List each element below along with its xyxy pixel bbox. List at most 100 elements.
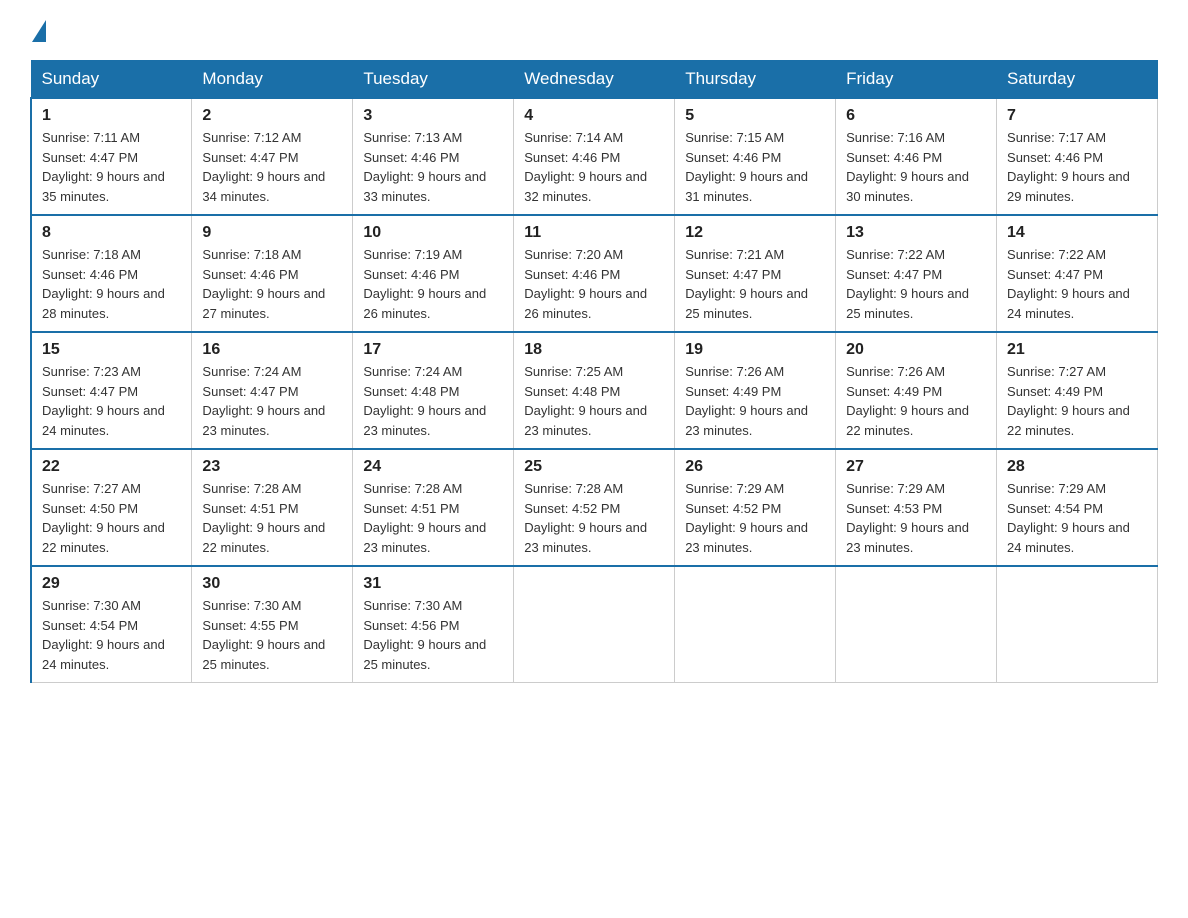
calendar-cell: 28 Sunrise: 7:29 AMSunset: 4:54 PMDayligh… [997,449,1158,566]
calendar-cell: 24Sunrise: 7:28 AMSunset: 4:51 PMDayligh… [353,449,514,566]
calendar-cell: 14 Sunrise: 7:22 AMSunset: 4:47 PMDayligh… [997,215,1158,332]
day-number: 27 [846,458,986,476]
day-info: Sunrise: 7:21 AMSunset: 4:47 PMDaylight:… [685,245,825,323]
day-number: 20 [846,341,986,359]
calendar-cell: 16Sunrise: 7:24 AMSunset: 4:47 PMDayligh… [192,332,353,449]
day-number: 19 [685,341,825,359]
day-number: 26 [685,458,825,476]
day-info: Sunrise: 7:25 AMSunset: 4:48 PMDaylight:… [524,362,664,440]
day-info: Sunrise: 7:28 AMSunset: 4:52 PMDaylight:… [524,479,664,557]
day-number: 28 [1007,458,1147,476]
day-info: Sunrise: 7:30 AMSunset: 4:54 PMDaylight:… [42,596,181,674]
calendar-week-row: 8 Sunrise: 7:18 AMSunset: 4:46 PMDaylight… [31,215,1158,332]
day-info: Sunrise: 7:14 AMSunset: 4:46 PMDaylight:… [524,128,664,206]
day-number: 2 [202,107,342,125]
day-info: Sunrise: 7:23 AMSunset: 4:47 PMDaylight:… [42,362,181,440]
day-number: 3 [363,107,503,125]
weekday-header-friday: Friday [836,61,997,99]
day-number: 14 [1007,224,1147,242]
weekday-header-row: SundayMondayTuesdayWednesdayThursdayFrid… [31,61,1158,99]
calendar-cell: 26 Sunrise: 7:29 AMSunset: 4:52 PMDayligh… [675,449,836,566]
calendar-cell: 6Sunrise: 7:16 AMSunset: 4:46 PMDaylight… [836,98,997,215]
day-number: 4 [524,107,664,125]
calendar-week-row: 1Sunrise: 7:11 AMSunset: 4:47 PMDaylight… [31,98,1158,215]
day-number: 15 [42,341,181,359]
day-number: 23 [202,458,342,476]
day-number: 22 [42,458,181,476]
day-number: 25 [524,458,664,476]
weekday-header-tuesday: Tuesday [353,61,514,99]
day-number: 12 [685,224,825,242]
day-info: Sunrise: 7:12 AMSunset: 4:47 PMDaylight:… [202,128,342,206]
day-info: Sunrise: 7:28 AMSunset: 4:51 PMDaylight:… [202,479,342,557]
calendar-cell: 17Sunrise: 7:24 AMSunset: 4:48 PMDayligh… [353,332,514,449]
calendar-cell: 20 Sunrise: 7:26 AMSunset: 4:49 PMDayligh… [836,332,997,449]
day-number: 11 [524,224,664,242]
calendar-cell: 3 Sunrise: 7:13 AMSunset: 4:46 PMDaylight… [353,98,514,215]
calendar-cell: 13 Sunrise: 7:22 AMSunset: 4:47 PMDayligh… [836,215,997,332]
day-info: Sunrise: 7:13 AMSunset: 4:46 PMDaylight:… [363,128,503,206]
day-number: 8 [42,224,181,242]
weekday-header-wednesday: Wednesday [514,61,675,99]
calendar-cell: 2 Sunrise: 7:12 AMSunset: 4:47 PMDaylight… [192,98,353,215]
day-info: Sunrise: 7:27 AMSunset: 4:49 PMDaylight:… [1007,362,1147,440]
calendar-cell: 19 Sunrise: 7:26 AMSunset: 4:49 PMDayligh… [675,332,836,449]
weekday-header-monday: Monday [192,61,353,99]
calendar-cell [514,566,675,683]
calendar-table: SundayMondayTuesdayWednesdayThursdayFrid… [30,60,1158,683]
calendar-cell [836,566,997,683]
calendar-cell: 23 Sunrise: 7:28 AMSunset: 4:51 PMDayligh… [192,449,353,566]
calendar-cell: 8 Sunrise: 7:18 AMSunset: 4:46 PMDaylight… [31,215,192,332]
calendar-cell: 1Sunrise: 7:11 AMSunset: 4:47 PMDaylight… [31,98,192,215]
day-number: 9 [202,224,342,242]
day-number: 24 [363,458,503,476]
day-number: 1 [42,107,181,125]
calendar-cell: 30Sunrise: 7:30 AMSunset: 4:55 PMDayligh… [192,566,353,683]
logo-text [30,20,48,42]
weekday-header-thursday: Thursday [675,61,836,99]
calendar-cell: 4 Sunrise: 7:14 AMSunset: 4:46 PMDaylight… [514,98,675,215]
calendar-cell: 5 Sunrise: 7:15 AMSunset: 4:46 PMDaylight… [675,98,836,215]
day-info: Sunrise: 7:16 AMSunset: 4:46 PMDaylight:… [846,128,986,206]
day-info: Sunrise: 7:26 AMSunset: 4:49 PMDaylight:… [846,362,986,440]
day-info: Sunrise: 7:20 AMSunset: 4:46 PMDaylight:… [524,245,664,323]
day-number: 16 [202,341,342,359]
day-number: 30 [202,575,342,593]
calendar-week-row: 22 Sunrise: 7:27 AMSunset: 4:50 PMDayligh… [31,449,1158,566]
logo-triangle-icon [32,20,46,42]
calendar-cell: 22 Sunrise: 7:27 AMSunset: 4:50 PMDayligh… [31,449,192,566]
calendar-cell: 31Sunrise: 7:30 AMSunset: 4:56 PMDayligh… [353,566,514,683]
day-info: Sunrise: 7:15 AMSunset: 4:46 PMDaylight:… [685,128,825,206]
calendar-cell: 29 Sunrise: 7:30 AMSunset: 4:54 PMDayligh… [31,566,192,683]
calendar-cell: 12 Sunrise: 7:21 AMSunset: 4:47 PMDayligh… [675,215,836,332]
day-info: Sunrise: 7:26 AMSunset: 4:49 PMDaylight:… [685,362,825,440]
calendar-cell: 25 Sunrise: 7:28 AMSunset: 4:52 PMDayligh… [514,449,675,566]
logo [30,20,48,42]
calendar-cell: 18 Sunrise: 7:25 AMSunset: 4:48 PMDayligh… [514,332,675,449]
day-info: Sunrise: 7:29 AMSunset: 4:54 PMDaylight:… [1007,479,1147,557]
day-info: Sunrise: 7:22 AMSunset: 4:47 PMDaylight:… [846,245,986,323]
calendar-cell: 27Sunrise: 7:29 AMSunset: 4:53 PMDayligh… [836,449,997,566]
day-number: 18 [524,341,664,359]
day-info: Sunrise: 7:22 AMSunset: 4:47 PMDaylight:… [1007,245,1147,323]
calendar-cell: 11 Sunrise: 7:20 AMSunset: 4:46 PMDayligh… [514,215,675,332]
day-info: Sunrise: 7:19 AMSunset: 4:46 PMDaylight:… [363,245,503,323]
day-info: Sunrise: 7:29 AMSunset: 4:52 PMDaylight:… [685,479,825,557]
calendar-week-row: 15 Sunrise: 7:23 AMSunset: 4:47 PMDayligh… [31,332,1158,449]
calendar-cell: 10Sunrise: 7:19 AMSunset: 4:46 PMDayligh… [353,215,514,332]
day-number: 29 [42,575,181,593]
calendar-cell: 21Sunrise: 7:27 AMSunset: 4:49 PMDayligh… [997,332,1158,449]
day-number: 13 [846,224,986,242]
day-info: Sunrise: 7:27 AMSunset: 4:50 PMDaylight:… [42,479,181,557]
day-info: Sunrise: 7:18 AMSunset: 4:46 PMDaylight:… [202,245,342,323]
day-number: 7 [1007,107,1147,125]
day-info: Sunrise: 7:30 AMSunset: 4:56 PMDaylight:… [363,596,503,674]
calendar-cell [675,566,836,683]
page-header [30,20,1158,42]
calendar-week-row: 29 Sunrise: 7:30 AMSunset: 4:54 PMDayligh… [31,566,1158,683]
day-number: 5 [685,107,825,125]
day-info: Sunrise: 7:24 AMSunset: 4:48 PMDaylight:… [363,362,503,440]
calendar-cell: 9 Sunrise: 7:18 AMSunset: 4:46 PMDaylight… [192,215,353,332]
day-info: Sunrise: 7:18 AMSunset: 4:46 PMDaylight:… [42,245,181,323]
calendar-cell [997,566,1158,683]
